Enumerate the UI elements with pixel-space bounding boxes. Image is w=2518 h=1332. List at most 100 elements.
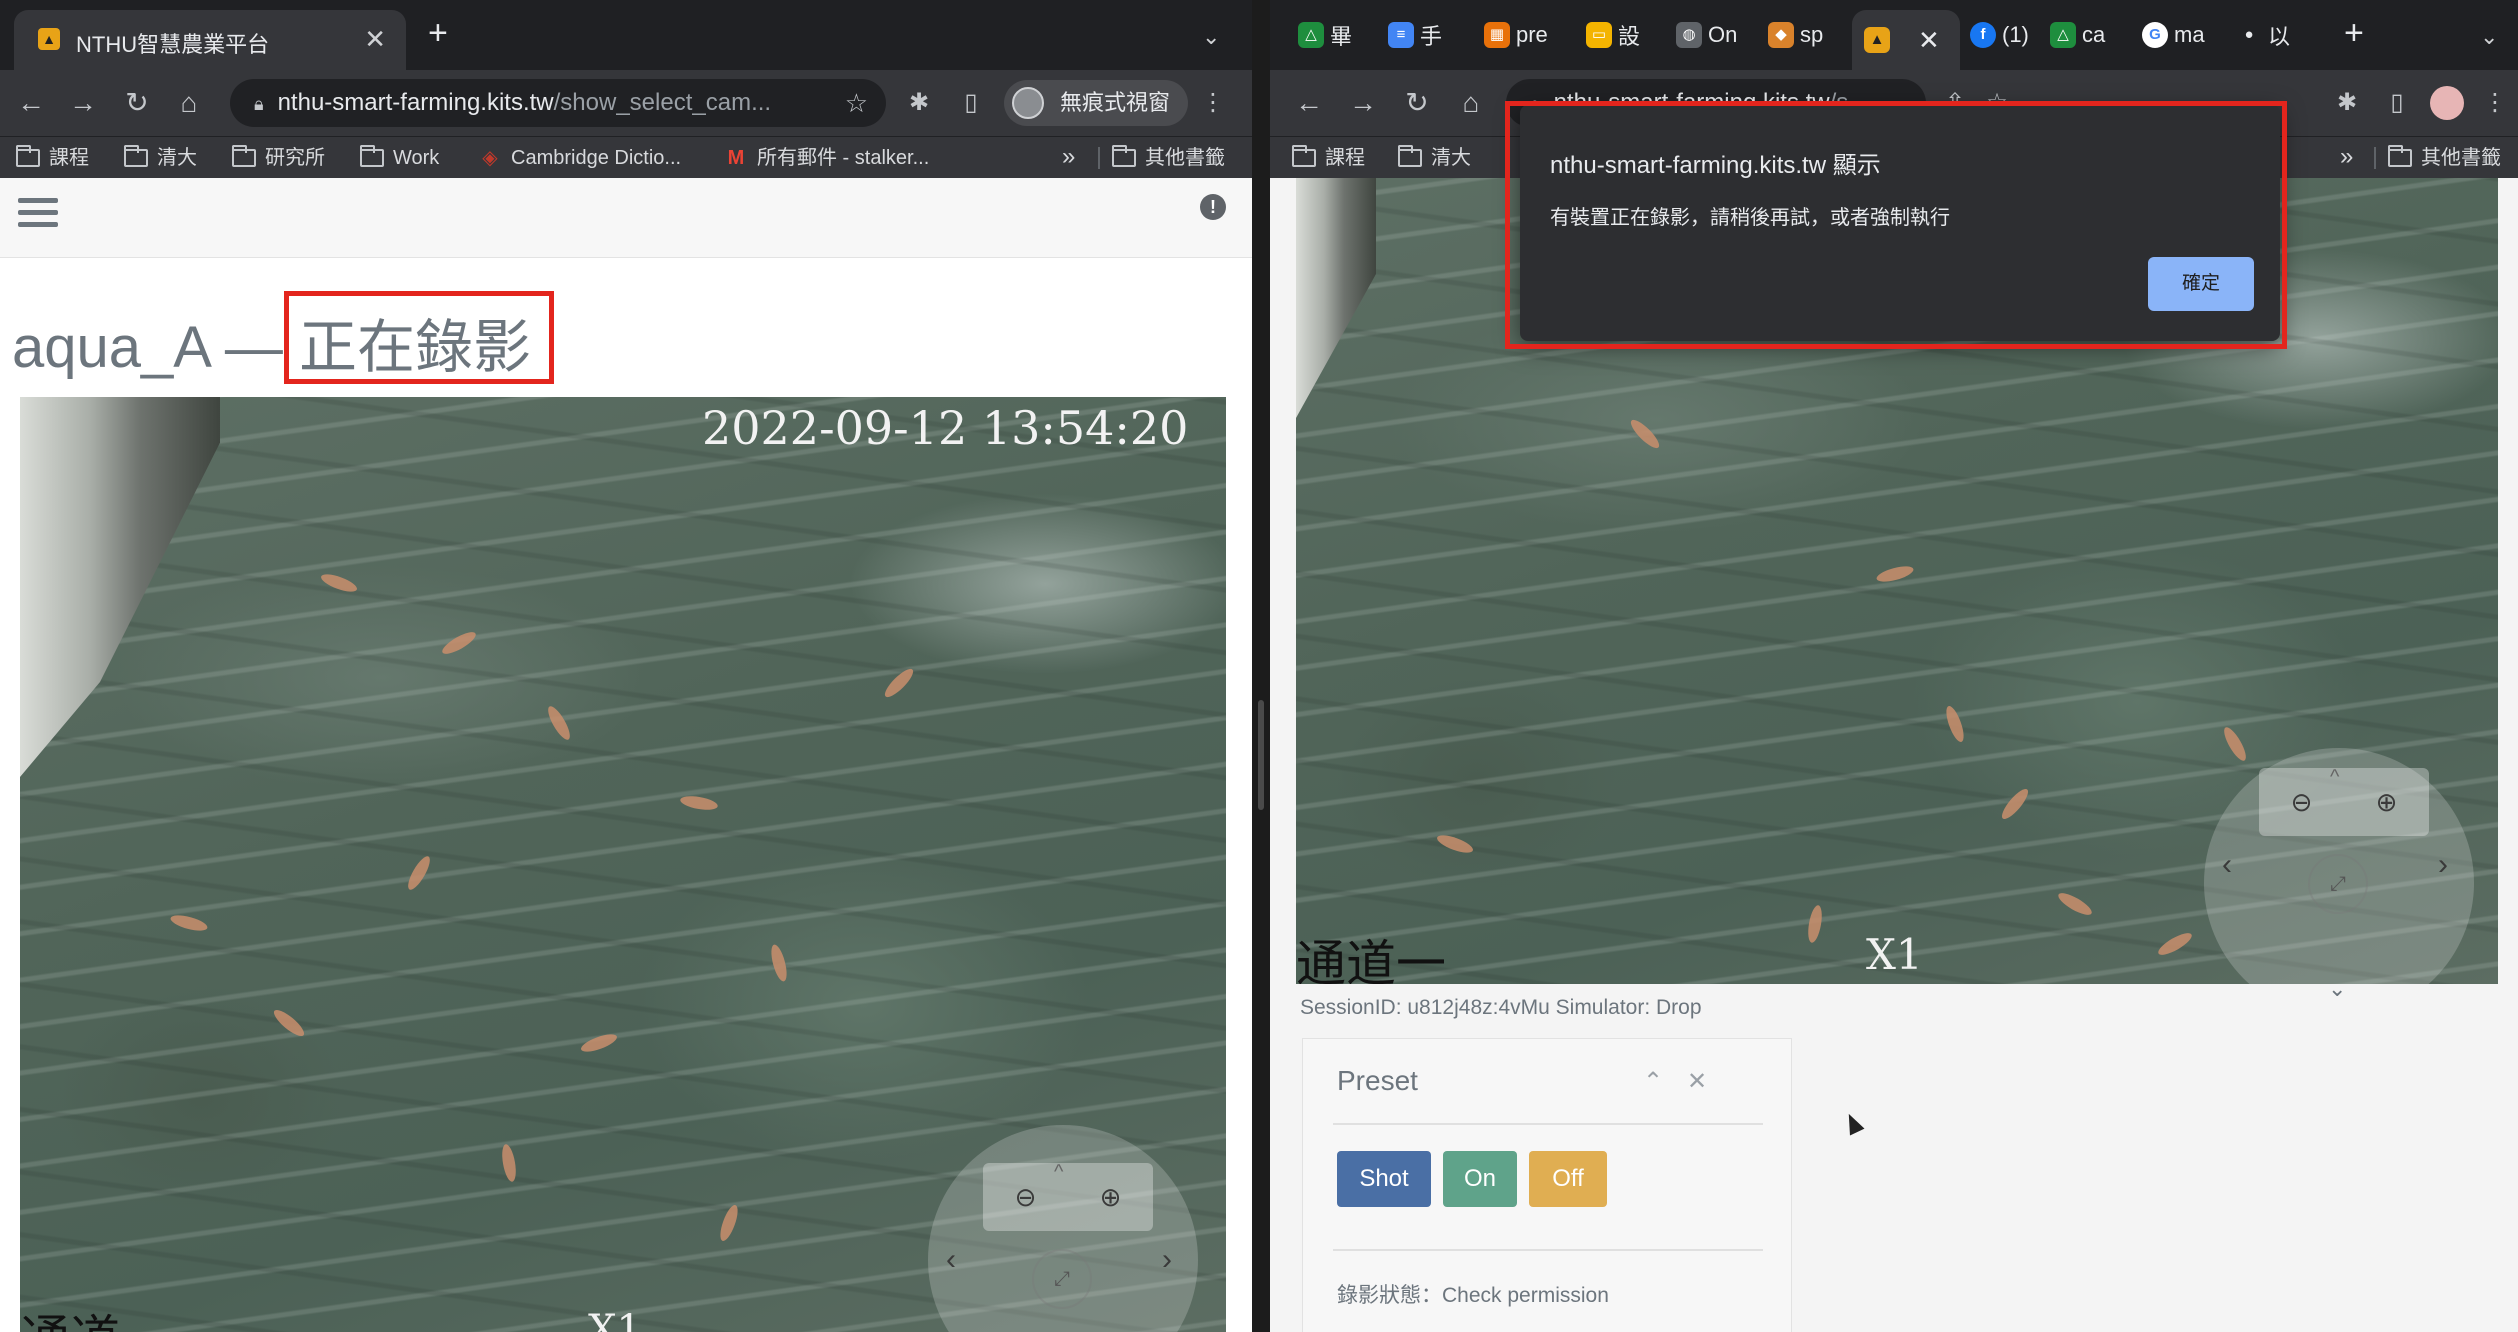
home-icon[interactable]: ⌂	[172, 86, 206, 120]
tab-search-chevron-icon[interactable]: ⌄	[2480, 24, 2498, 50]
video-zoom-label: X1	[588, 1307, 642, 1332]
side-panel-icon[interactable]: ▯	[954, 86, 988, 120]
bookmark-label: Work	[393, 147, 440, 169]
tab[interactable]: ▦ pre	[1484, 18, 1548, 52]
tab-nthu-platform[interactable]: ▲ NTHU智慧農業平台 ✕	[14, 10, 406, 70]
tab[interactable]: ● 以	[2236, 18, 2290, 52]
tab-label: ma	[2174, 22, 2205, 47]
pan-down-icon[interactable]: ⌄	[2328, 976, 2346, 1002]
bookmark-link[interactable]: M 所有郵件 - stalker...	[724, 145, 930, 171]
tab[interactable]: ≡ 手	[1388, 18, 1442, 52]
bookmarks-overflow-icon[interactable]: »	[2340, 143, 2353, 171]
tab-strip: ▲ NTHU智慧農業平台 ✕ + ⌄	[0, 0, 1252, 70]
close-tab-icon[interactable]: ✕	[1918, 25, 1940, 56]
tab-search-chevron-icon[interactable]: ⌄	[1202, 24, 1220, 50]
tab[interactable]: ◍ On	[1676, 18, 1737, 52]
bookmarks-overflow-icon[interactable]: »	[1062, 143, 1075, 171]
pan-right-icon[interactable]: ›	[2438, 848, 2448, 882]
extensions-icon[interactable]: ✱	[902, 86, 936, 120]
bookmark-folder[interactable]: Work	[360, 145, 439, 171]
info-icon[interactable]: !	[1200, 194, 1226, 220]
bookmark-folder[interactable]: 課程	[1292, 145, 1365, 171]
shot-button[interactable]: Shot	[1337, 1151, 1431, 1207]
tab-label: 畢	[1330, 24, 1353, 49]
bookmark-star-icon[interactable]: ☆	[845, 79, 868, 127]
close-icon[interactable]: ✕	[1687, 1067, 1707, 1096]
forward-icon[interactable]: →	[1346, 86, 1380, 120]
divider-grip[interactable]	[1258, 700, 1264, 810]
tab[interactable]: f (1)	[1970, 18, 2029, 52]
camera-video-feed[interactable]: 2022-09-12 13:54:20 通道一 X1 ⊖ ⊕ ^ ‹ › ⤢	[20, 397, 1226, 1332]
site-favicon-icon: ▲	[1864, 27, 1890, 53]
reload-icon[interactable]: ↻	[1400, 86, 1434, 120]
bookmark-label: 其他書籤	[2421, 147, 2501, 169]
site-favicon-icon: ▲	[38, 28, 60, 50]
bookmark-folder[interactable]: 清大	[124, 145, 197, 171]
on-button[interactable]: On	[1443, 1151, 1517, 1207]
incognito-profile-button[interactable]: 無痕式視窗	[1004, 80, 1189, 126]
bookmark-label: 課程	[1325, 147, 1365, 169]
tab-strip: △ 畢 ≡ 手 ▦ pre ▭ 設 ◍ On ◆ sp ▲ ✕ f (1) △ ca Gma ● 以…	[1270, 0, 2518, 70]
back-icon[interactable]: ←	[14, 86, 48, 120]
dialog-highlight	[1505, 101, 2287, 349]
new-tab-icon[interactable]: +	[2344, 16, 2364, 50]
bookmark-label: 所有郵件 - stalker...	[757, 147, 930, 169]
bookmark-link[interactable]: ◈ Cambridge Dictio...	[478, 145, 681, 171]
hamburger-menu-icon[interactable]	[18, 198, 58, 232]
url-path: /show_select_cam...	[553, 89, 772, 116]
address-bar[interactable]: 🔒︎ nthu-smart-farming.kits.tw/show_select…	[230, 79, 886, 127]
home-icon[interactable]: ⌂	[1454, 86, 1488, 120]
tab[interactable]: ▭ 設	[1586, 18, 1640, 52]
bookmark-folder[interactable]: 清大	[1398, 145, 1471, 171]
side-panel-icon[interactable]: ▯	[2380, 86, 2414, 120]
tab-label: (1)	[2002, 22, 2029, 47]
pan-left-icon[interactable]: ‹	[2222, 848, 2232, 882]
other-bookmarks-folder[interactable]: 其他書籤	[1112, 145, 1225, 171]
forward-icon[interactable]: →	[66, 86, 100, 120]
pan-up-icon[interactable]: ^	[1054, 1161, 1063, 1184]
close-tab-icon[interactable]: ✕	[364, 24, 386, 55]
back-icon[interactable]: ←	[1292, 86, 1326, 120]
pan-right-icon[interactable]: ›	[1162, 1243, 1172, 1277]
bookmark-folder[interactable]: 課程	[16, 145, 89, 171]
reload-icon[interactable]: ↻	[120, 86, 154, 120]
globe-icon: ◍	[1676, 22, 1702, 48]
apple-icon: ●	[2244, 26, 2254, 43]
pan-up-icon[interactable]: ^	[2330, 766, 2339, 789]
google-docs-icon: ≡	[1388, 22, 1414, 48]
bookmark-folder[interactable]: 研究所	[232, 145, 325, 171]
profile-avatar-icon[interactable]	[2430, 86, 2464, 120]
tab[interactable]: △ 畢	[1298, 18, 1352, 52]
tab[interactable]: Gma	[2142, 18, 2205, 52]
zoom-in-icon[interactable]: ⊕	[2344, 768, 2429, 836]
collapse-chevron-icon[interactable]: ⌃	[1643, 1067, 1663, 1096]
zoom-controls: ⊖ ⊕	[2259, 768, 2429, 836]
menu-kebab-icon[interactable]: ⋮	[1196, 86, 1230, 120]
zoom-controls: ⊖ ⊕	[983, 1163, 1153, 1231]
gmail-icon: M	[727, 147, 745, 169]
bookmark-label: Cambridge Dictio...	[511, 147, 682, 169]
zoom-in-icon[interactable]: ⊕	[1068, 1163, 1153, 1231]
new-tab-icon[interactable]: +	[428, 16, 448, 50]
tab-label: ca	[2082, 22, 2106, 47]
page-content: 通道一 X1 ⊖ ⊕ ^ ‹ › ⤢ ⌄ SessionID: u812j48z…	[1270, 178, 2518, 1332]
video-timestamp: 2022-09-12 13:54:20	[702, 401, 1189, 455]
preset-panel: Preset ⌃ ✕ Shot On Off 錄影狀態：Check permis…	[1302, 1038, 1792, 1332]
tab-label: 以	[2268, 24, 2291, 49]
session-info: SessionID: u812j48z:4vMu Simulator: Drop	[1300, 996, 1702, 1019]
fullscreen-icon[interactable]: ⤢	[2308, 854, 2368, 914]
fullscreen-icon[interactable]: ⤢	[1032, 1249, 1092, 1309]
pan-left-icon[interactable]: ‹	[946, 1243, 956, 1277]
menu-kebab-icon[interactable]: ⋮	[2478, 86, 2512, 120]
app-header: !	[0, 178, 1252, 258]
bookmark-label: 研究所	[265, 147, 325, 169]
tab-active[interactable]: ▲ ✕	[1852, 10, 1960, 70]
tab[interactable]: △ ca	[2050, 18, 2105, 52]
other-bookmarks-folder[interactable]: 其他書籤	[2388, 145, 2501, 171]
off-button[interactable]: Off	[1529, 1151, 1607, 1207]
folder-icon	[2388, 145, 2412, 167]
split-divider[interactable]	[1252, 0, 1270, 1332]
extensions-icon[interactable]: ✱	[2330, 86, 2364, 120]
tab[interactable]: ◆ sp	[1768, 18, 1823, 52]
tab-label: On	[1708, 22, 1738, 47]
